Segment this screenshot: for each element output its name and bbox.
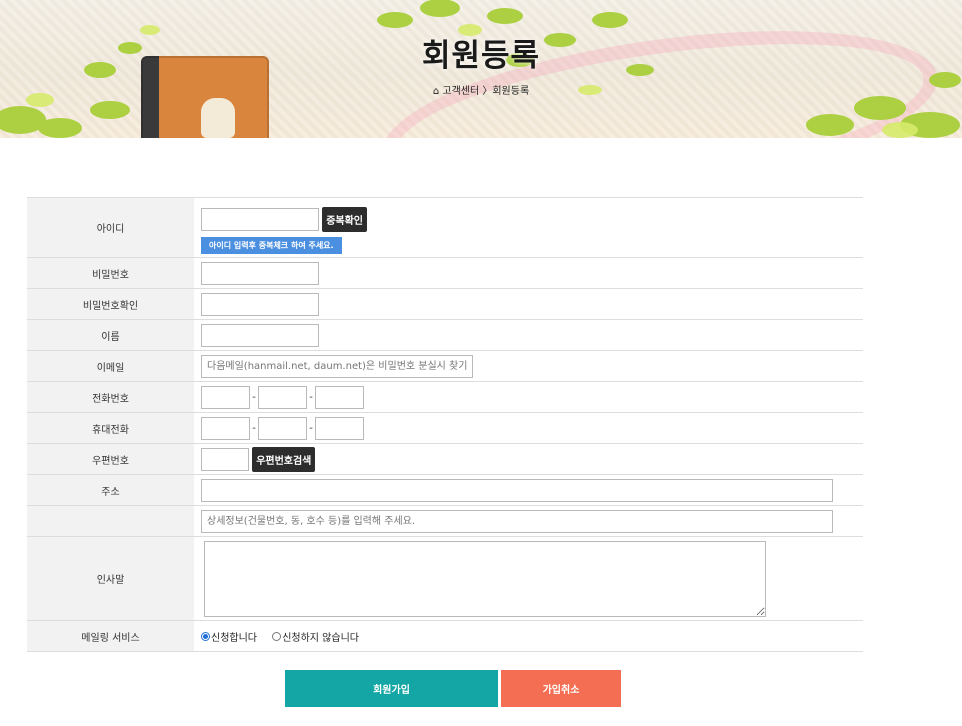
row-zipcode: 우편번호 우편번호검색 [27, 443, 863, 475]
id-input[interactable] [201, 207, 319, 231]
row-mobile: 휴대전화 -- [27, 412, 863, 444]
row-password-confirm: 비밀번호확인 [27, 288, 863, 320]
form-actions: 회원가입 가입취소 [285, 670, 621, 707]
password-label: 비밀번호 [27, 257, 194, 289]
password-input[interactable] [201, 261, 319, 285]
email-input[interactable] [201, 354, 473, 378]
row-name: 이름 [27, 319, 863, 351]
row-address-detail [27, 505, 863, 537]
email-label: 이메일 [27, 350, 194, 382]
signup-table: 아이디 중복확인 아이디 입력후 중복체크 하여 주세요. 비밀번호 비밀번호확… [27, 197, 863, 652]
cancel-button[interactable]: 가입취소 [501, 670, 621, 707]
breadcrumb-text: 고객센터 〉회원등록 [442, 86, 530, 97]
duplicate-check-button[interactable]: 중복확인 [322, 206, 367, 232]
mobile-label: 휴대전화 [27, 412, 194, 444]
greeting-textarea[interactable] [204, 540, 766, 617]
zipcode-input[interactable] [201, 447, 249, 471]
home-icon[interactable]: ⌂ [433, 86, 439, 97]
phone-part3-input[interactable] [315, 385, 364, 409]
phone-part1-input[interactable] [201, 385, 250, 409]
page-title: 회원등록 [421, 38, 541, 74]
mailing-label: 메일링 서비스 [27, 620, 194, 652]
row-mailing: 메일링 서비스 신청합니다 신청하지 않습니다 [27, 620, 863, 652]
greeting-label: 인사말 [27, 536, 194, 621]
signup-form: 아이디 중복확인 아이디 입력후 중복체크 하여 주세요. 비밀번호 비밀번호확… [27, 197, 863, 652]
row-email: 이메일 [27, 350, 863, 382]
name-input[interactable] [201, 323, 319, 347]
mobile-part2-input[interactable] [258, 416, 307, 440]
password-confirm-label: 비밀번호확인 [27, 288, 194, 320]
breadcrumb: ⌂ 고객센터 〉회원등록 [0, 82, 962, 97]
address-label: 주소 [27, 474, 194, 506]
id-label: 아이디 [27, 197, 194, 258]
mailing-no-label: 신청하지 않습니다 [282, 632, 359, 644]
row-phone: 전화번호 -- [27, 381, 863, 413]
join-button[interactable]: 회원가입 [285, 670, 498, 707]
mobile-part1-input[interactable] [201, 416, 250, 440]
mailing-yes-option[interactable]: 신청합니다 [201, 629, 257, 644]
mailing-no-radio[interactable] [272, 631, 282, 641]
row-id: 아이디 중복확인 아이디 입력후 중복체크 하여 주세요. [27, 197, 863, 258]
zipcode-label: 우편번호 [27, 443, 194, 475]
id-hint: 아이디 입력후 중복체크 하여 주세요. [201, 236, 342, 254]
address-input[interactable] [201, 478, 833, 502]
name-label: 이름 [27, 319, 194, 351]
row-greeting: 인사말 [27, 536, 863, 621]
page-banner: 회원등록 ⌂ 고객센터 〉회원등록 [0, 0, 962, 138]
phone-part2-input[interactable] [258, 385, 307, 409]
phone-label: 전화번호 [27, 381, 194, 413]
mailing-yes-label: 신청합니다 [211, 632, 257, 644]
zipcode-search-button[interactable]: 우편번호검색 [252, 446, 316, 472]
mailing-no-option[interactable]: 신청하지 않습니다 [272, 629, 359, 644]
row-address: 주소 [27, 474, 863, 506]
password-confirm-input[interactable] [201, 292, 319, 316]
mobile-part3-input[interactable] [315, 416, 364, 440]
address-detail-input[interactable] [201, 509, 833, 533]
row-password: 비밀번호 [27, 257, 863, 289]
mailing-yes-radio[interactable] [201, 631, 210, 641]
